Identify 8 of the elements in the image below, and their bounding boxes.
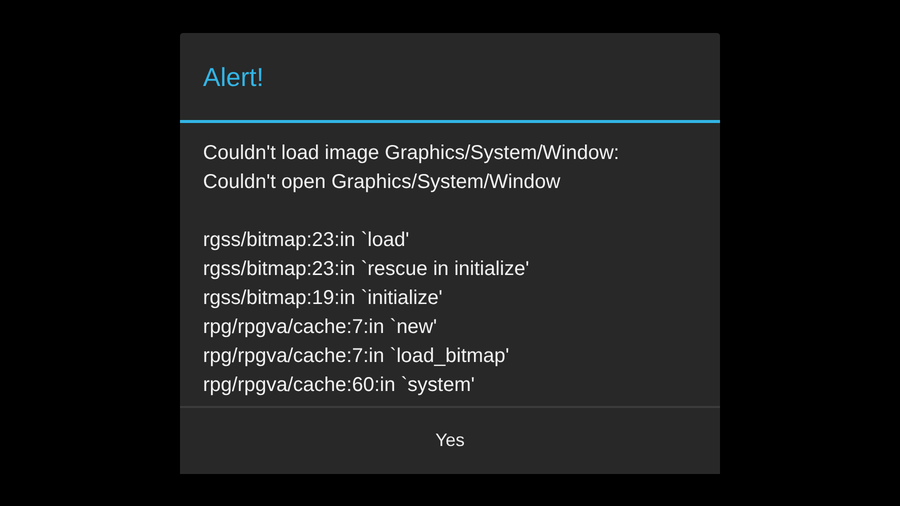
backtrace-line: rpg/rpgva/cache:7:in `new' xyxy=(203,314,438,340)
backtrace-line: rpg/rpgva/cache:60:in `system' xyxy=(203,372,476,398)
backtrace-line: rgss/bitmap:19:in `initialize' xyxy=(203,286,444,310)
backtrace-line: rgss/bitmap:23:in `rescue in initialize' xyxy=(203,256,530,282)
backtrace-line: rgss/bitmap:23:in `load' xyxy=(203,228,410,252)
backtrace-line: rpg/rpgva/cache:7:in `load_bitmap' xyxy=(203,344,510,368)
error-message: Couldn't load image Graphics/System/Window: Couldn't open Graphics/System/Window xyxy=(203,140,620,194)
dialog-title: Alert! xyxy=(180,32,720,122)
